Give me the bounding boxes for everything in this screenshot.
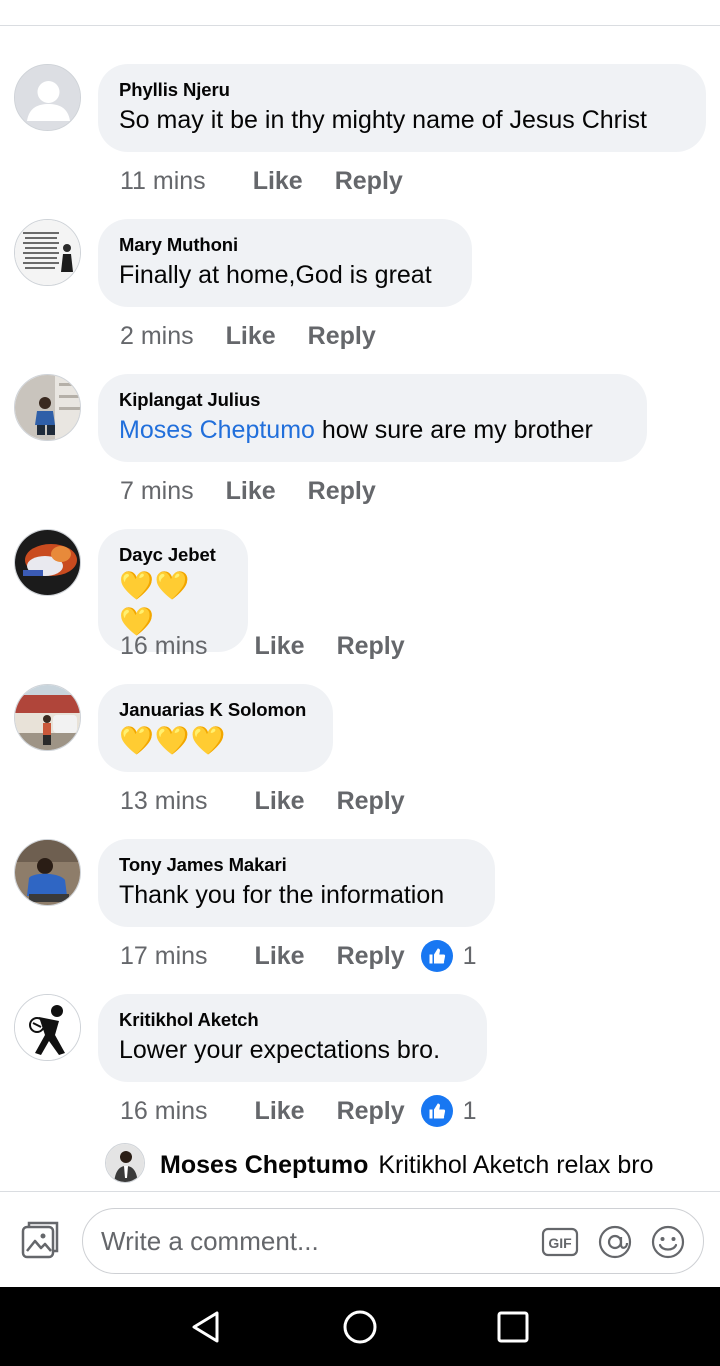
reaction-count: 1 xyxy=(462,941,477,970)
like-thumb-icon xyxy=(420,1095,453,1127)
comment-actions: 16 mins Like Reply xyxy=(120,629,405,663)
avatar[interactable] xyxy=(14,219,81,286)
reply-button[interactable]: Reply xyxy=(308,477,376,506)
comment-item: Phyllis Njeru So may it be in thy mighty… xyxy=(0,64,720,199)
gif-label: GIF xyxy=(548,1235,572,1251)
avatar-image xyxy=(106,1144,144,1182)
home-icon[interactable] xyxy=(340,1307,380,1347)
comment-actions: 11 mins Like Reply xyxy=(120,164,403,198)
reply-body: Kritikhol Aketch relax bro xyxy=(378,1151,654,1179)
comment-text: Lower your expectations bro. xyxy=(119,1036,441,1064)
reply-avatar[interactable] xyxy=(105,1143,145,1183)
comment-item: Kritikhol Aketch Lower your expectations… xyxy=(0,994,720,1129)
comment-actions: 16 mins Like Reply 1 xyxy=(120,1094,477,1128)
at-icon[interactable] xyxy=(596,1223,634,1261)
comment-time: 7 mins xyxy=(120,476,194,505)
comment-item: Tony James Makari Thank you for the info… xyxy=(0,839,720,974)
system-navigation-bar xyxy=(0,1287,720,1366)
reaction-summary[interactable]: 1 xyxy=(420,1095,477,1127)
top-divider xyxy=(0,25,720,26)
default-avatar-icon xyxy=(15,65,80,130)
comment-item: Januarias K Solomon 💛💛💛 13 mins Like Rep… xyxy=(0,684,720,819)
comment-bubble[interactable]: Mary Muthoni Finally at home,God is grea… xyxy=(98,219,472,307)
comment-time: 2 mins xyxy=(120,321,194,350)
avatar-image xyxy=(15,685,80,750)
comment-bubble[interactable]: Kritikhol Aketch Lower your expectations… xyxy=(98,994,487,1082)
comment-composer: Write a comment... GIF xyxy=(0,1191,720,1287)
comment-time: 16 mins xyxy=(120,631,208,660)
comment-input-placeholder: Write a comment... xyxy=(101,1226,319,1256)
comment-text: So may it be in thy mighty name of Jesus… xyxy=(119,106,647,134)
reply-button[interactable]: Reply xyxy=(337,632,405,661)
recents-icon[interactable] xyxy=(493,1307,533,1347)
comment-author[interactable]: Tony James Makari xyxy=(119,854,473,876)
comment-emoji-text: 💛💛💛 xyxy=(119,725,227,756)
reply-button[interactable]: Reply xyxy=(335,167,403,196)
comment-author[interactable]: Kiplangat Julius xyxy=(119,389,625,411)
comment-actions: 7 mins Like Reply xyxy=(120,474,376,508)
comment-item: Kiplangat Julius Moses Cheptumo how sure… xyxy=(0,374,720,509)
reaction-summary[interactable]: 1 xyxy=(420,940,477,972)
mention-link[interactable]: Moses Cheptumo xyxy=(119,416,315,444)
reply-button[interactable]: Reply xyxy=(337,1097,405,1126)
comment-author[interactable]: Kritikhol Aketch xyxy=(119,1009,465,1031)
avatar[interactable] xyxy=(14,374,81,441)
like-button[interactable]: Like xyxy=(255,632,305,661)
reply-button[interactable]: Reply xyxy=(308,322,376,351)
avatar-image xyxy=(15,995,80,1060)
avatar-image xyxy=(15,840,80,905)
comment-bubble[interactable]: Kiplangat Julius Moses Cheptumo how sure… xyxy=(98,374,647,462)
avatar-image xyxy=(15,530,80,595)
comment-time: 16 mins xyxy=(120,1096,208,1125)
reply-author[interactable]: Moses Cheptumo xyxy=(160,1151,368,1179)
like-button[interactable]: Like xyxy=(226,322,276,351)
comment-item: Dayc Jebet 💛💛💛 16 mins Like Reply xyxy=(0,529,720,664)
comment-author[interactable]: Januarias K Solomon xyxy=(119,699,311,721)
reply-preview-text: Moses Cheptumo Kritikhol Aketch relax bro xyxy=(160,1148,653,1182)
comment-text: Finally at home,God is great xyxy=(119,261,432,289)
gif-icon[interactable]: GIF xyxy=(541,1223,579,1261)
comment-time: 13 mins xyxy=(120,786,208,815)
comment-text: Moses Cheptumo how sure are my brother xyxy=(119,413,625,447)
avatar[interactable] xyxy=(14,994,81,1061)
like-button[interactable]: Like xyxy=(255,1097,305,1126)
comment-input[interactable]: Write a comment... GIF xyxy=(82,1208,704,1274)
reply-button[interactable]: Reply xyxy=(337,787,405,816)
comment-actions: 2 mins Like Reply xyxy=(120,319,376,353)
comment-time: 11 mins xyxy=(120,166,206,195)
avatar[interactable] xyxy=(14,529,81,596)
comment-author[interactable]: Dayc Jebet xyxy=(119,544,226,566)
comment-item: Mary Muthoni Finally at home,God is grea… xyxy=(0,219,720,354)
comment-text-body: how sure are my brother xyxy=(314,416,593,444)
avatar-image xyxy=(15,220,80,285)
comment-author[interactable]: Mary Muthoni xyxy=(119,234,450,256)
comment-bubble[interactable]: Tony James Makari Thank you for the info… xyxy=(98,839,495,927)
reply-button[interactable]: Reply xyxy=(337,942,405,971)
avatar[interactable] xyxy=(14,64,81,131)
comment-text: Thank you for the information xyxy=(119,881,445,909)
photo-icon[interactable] xyxy=(19,1221,61,1263)
avatar[interactable] xyxy=(14,684,81,751)
avatar[interactable] xyxy=(14,839,81,906)
reaction-count: 1 xyxy=(462,1096,477,1125)
emoji-icon[interactable] xyxy=(649,1223,687,1261)
like-thumb-icon xyxy=(420,940,453,972)
like-button[interactable]: Like xyxy=(226,477,276,506)
comment-author[interactable]: Phyllis Njeru xyxy=(119,79,684,101)
comment-bubble[interactable]: Januarias K Solomon 💛💛💛 xyxy=(98,684,333,772)
like-button[interactable]: Like xyxy=(255,942,305,971)
like-button[interactable]: Like xyxy=(255,787,305,816)
comment-actions: 13 mins Like Reply xyxy=(120,784,405,818)
comment-actions: 17 mins Like Reply 1 xyxy=(120,939,477,973)
like-button[interactable]: Like xyxy=(253,167,303,196)
comment-bubble[interactable]: Phyllis Njeru So may it be in thy mighty… xyxy=(98,64,706,152)
avatar-image xyxy=(15,375,80,440)
comment-time: 17 mins xyxy=(120,941,208,970)
reply-preview[interactable]: Moses Cheptumo Kritikhol Aketch relax bro xyxy=(0,1142,720,1186)
back-icon[interactable] xyxy=(186,1307,226,1347)
